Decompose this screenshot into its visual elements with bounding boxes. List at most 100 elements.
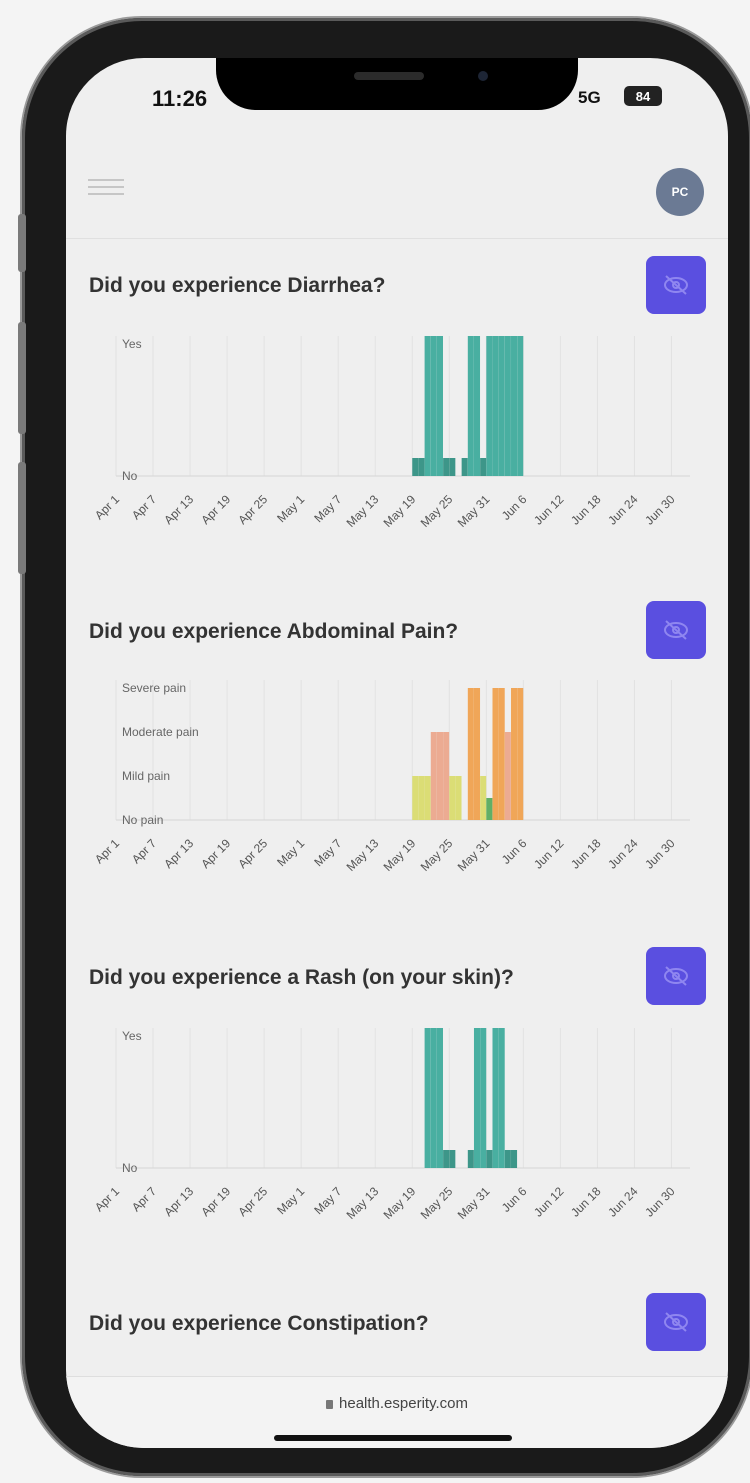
user-avatar[interactable]: PC [656,168,704,216]
x-tick-label: May 1 [274,836,307,869]
chart-bar [418,776,425,820]
eye-off-icon [664,620,688,640]
volume-down-button [18,462,26,574]
x-tick-label: May 13 [344,1184,382,1222]
chart-bar [424,1028,431,1168]
browser-address-bar[interactable]: health.esperity.com [66,1376,728,1448]
x-tick-label: Apr 13 [161,492,196,527]
front-camera [478,71,488,81]
x-tick-label: Apr 19 [198,1184,233,1219]
chart-bar [443,458,450,476]
chart-bar [449,458,456,476]
x-tick-label: Apr 25 [235,836,270,871]
x-tick-label: May 25 [418,1184,456,1222]
x-tick-label: Apr 7 [129,836,159,866]
status-time: 11:26 [152,86,208,111]
hide-chart-button-diarrhea[interactable] [646,256,706,314]
chart-bar [486,1150,493,1168]
network-indicator: 5G [578,88,601,107]
x-tick-label: Apr 25 [235,492,270,527]
chart-bar [424,336,431,476]
y-tick-label: Yes [122,1029,142,1043]
chart-bar [492,336,499,476]
chart-bar [504,732,511,820]
chart-bar [455,776,462,820]
x-tick-label: May 7 [311,1184,344,1217]
x-tick-label: Apr 13 [161,836,196,871]
x-tick-label: May 1 [274,1184,307,1217]
x-tick-label: Jun 18 [568,1184,604,1220]
y-tick-label: Mild pain [122,769,170,783]
x-tick-label: May 7 [311,492,344,525]
y-tick-label: No [122,1161,138,1175]
x-tick-label: Apr 13 [161,1184,196,1219]
x-tick-label: Jun 24 [605,1184,641,1220]
x-tick-label: May 19 [381,492,419,530]
chart-bar [473,1028,481,1168]
x-tick-label: May 31 [455,836,493,874]
x-tick-label: Jun 24 [605,836,641,872]
app-header: PC [66,154,728,239]
question-title-diarrhea: Did you experience Diarrhea? [89,274,386,297]
chart-bar [480,458,487,476]
eye-off-icon [664,275,688,295]
home-indicator[interactable] [274,1435,512,1441]
chart-bar [443,1150,450,1168]
chart-bar [424,776,431,820]
chart-bar [430,1028,437,1168]
x-tick-label: Apr 1 [92,492,122,522]
x-tick-label: Apr 25 [235,1184,270,1219]
url-text: health.esperity.com [339,1395,468,1412]
chart-bar [511,688,518,820]
chart-bar [480,1028,487,1168]
chart-bar [486,798,493,820]
x-tick-label: Jun 6 [499,492,530,523]
question-title-abdominal-pain: Did you experience Abdominal Pain? [89,620,459,643]
chart-bar [467,688,474,820]
y-tick-label: No [122,469,138,483]
chart-bar [473,688,481,820]
chart-bar [430,732,437,820]
x-tick-label: Apr 1 [92,1184,122,1214]
x-tick-label: Jun 30 [642,1184,678,1220]
x-tick-label: Jun 12 [531,1184,567,1220]
chart-bar [517,336,524,476]
x-tick-label: Jun 12 [531,836,567,872]
lock-icon [326,1400,334,1409]
x-tick-label: Apr 19 [198,836,233,871]
x-tick-label: Jun 6 [499,1184,530,1215]
x-tick-label: Jun 6 [499,836,530,867]
question-title-rash: Did you experience a Rash (on your skin)… [89,966,514,989]
hide-chart-button-rash[interactable] [646,947,706,1005]
chart-rash: Apr 1 Apr 7 Apr 13 Apr 19 Apr 25 May 1 May 7 Ma… [66,1028,728,1268]
chart-bar [443,732,450,820]
chart-bar [504,336,511,476]
chart-bar [492,688,499,820]
hide-chart-button-abdominal-pain[interactable] [646,601,706,659]
chart-bar [473,336,481,476]
chart-bar [449,1150,456,1168]
x-tick-label: Jun 12 [531,492,567,528]
hide-chart-button-constipation[interactable] [646,1293,706,1351]
y-tick-label: Yes [122,337,142,351]
x-tick-label: May 7 [311,836,344,869]
x-tick-label: Jun 24 [605,492,641,528]
hamburger-menu-icon[interactable] [88,174,124,204]
chart-bar [461,458,468,476]
x-tick-label: May 31 [455,492,493,530]
chart-bar [430,336,437,476]
chart-bar [467,336,474,476]
chart-bar [511,1150,518,1168]
chart-abdominal-pain: Apr 1 Apr 7 Apr 13 Apr 19 Apr 25 May 1 May 7 Ma… [66,680,728,920]
x-tick-label: Jun 18 [568,836,604,872]
battery-indicator: 84 [624,86,662,106]
x-tick-label: May 25 [418,836,456,874]
chart-bar [467,1150,474,1168]
x-tick-label: May 19 [381,1184,419,1222]
y-tick-label: Moderate pain [122,725,199,739]
x-tick-label: Jun 30 [642,492,678,528]
chart-bar [492,1028,499,1168]
speaker [354,72,424,80]
x-tick-label: Apr 19 [198,492,233,527]
mute-switch [18,214,26,272]
